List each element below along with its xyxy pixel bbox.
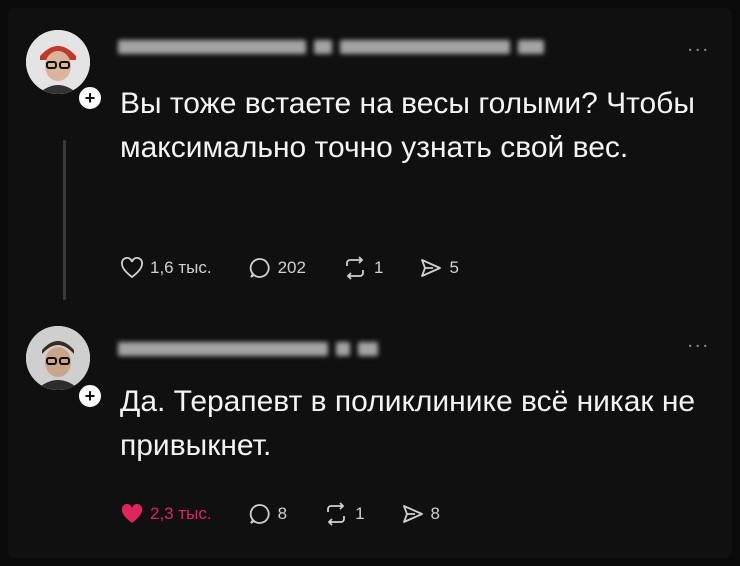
send-icon	[421, 259, 442, 277]
share-button[interactable]: 5	[419, 256, 459, 280]
like-count: 1,6 тыс.	[150, 258, 212, 277]
username[interactable]	[118, 38, 544, 56]
follow-plus-icon[interactable]: +	[76, 382, 104, 410]
repost-button[interactable]: 1	[323, 502, 365, 526]
heart-icon	[121, 257, 143, 279]
like-button[interactable]: 1,6 тыс.	[120, 257, 212, 279]
comment-count: 202	[277, 258, 306, 277]
like-count: 2,3 тыс.	[150, 504, 212, 523]
post-text: Вы тоже встаете на весы голыми? Чтобы ма…	[120, 87, 695, 164]
post-actions: 2,3 тыс. 8 1 8	[120, 502, 476, 526]
more-icon[interactable]: ...	[687, 330, 710, 353]
share-button[interactable]: 8	[401, 502, 440, 526]
send-icon	[402, 505, 423, 523]
thread-line	[63, 140, 66, 300]
follow-plus-icon[interactable]: +	[76, 84, 104, 112]
username[interactable]	[118, 340, 378, 358]
comment-button[interactable]: 202	[248, 256, 306, 280]
post-text: Да. Терапевт в поликлинике всё никак не …	[120, 385, 696, 462]
speech-bubble-icon	[249, 504, 270, 524]
comment-count: 8	[277, 504, 288, 523]
repost-count: 1	[373, 258, 384, 277]
speech-bubble-icon	[249, 258, 270, 278]
repost-count: 1	[355, 504, 365, 523]
share-count: 8	[430, 504, 440, 523]
repost-button[interactable]: 1	[342, 256, 383, 280]
avatar[interactable]	[26, 326, 90, 390]
post-actions: 1,6 тыс. 202 1 5	[120, 256, 495, 280]
more-icon[interactable]: ...	[687, 34, 710, 57]
repost-icon	[346, 256, 364, 280]
share-count: 5	[449, 258, 459, 277]
repost-icon	[327, 502, 345, 526]
comment-button[interactable]: 8	[248, 502, 287, 526]
heart-icon	[121, 503, 143, 523]
avatar[interactable]	[26, 30, 90, 94]
like-button[interactable]: 2,3 тыс.	[120, 503, 212, 525]
